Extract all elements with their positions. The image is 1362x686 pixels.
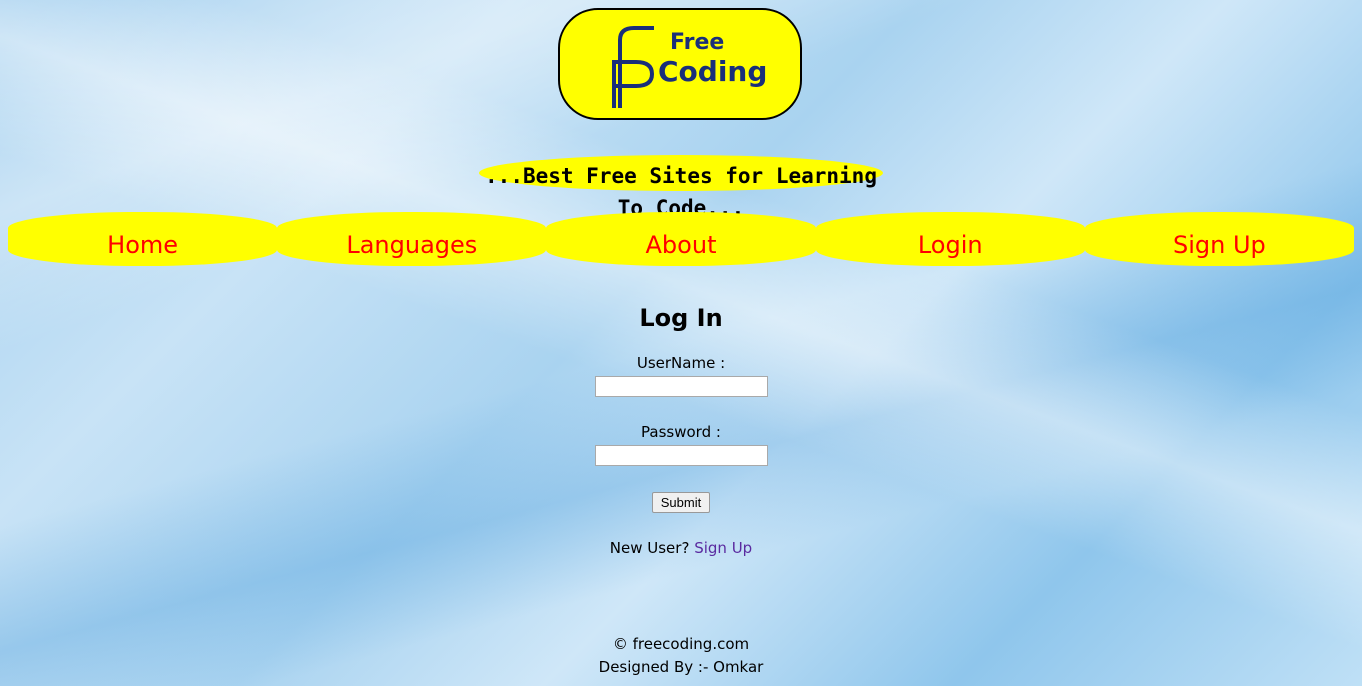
footer: © freecoding.com Designed By :- Omkar [0, 633, 1362, 679]
username-label: UserName : [636, 354, 726, 372]
username-input[interactable] [594, 376, 768, 397]
signup-link[interactable]: Sign Up [694, 539, 752, 557]
main-nav: Home Languages About Login Sign Up [8, 212, 1355, 266]
password-label: Password : [641, 423, 721, 441]
password-input[interactable] [594, 445, 768, 466]
logo-line-1: Free [670, 30, 725, 55]
site-logo[interactable]: Free Coding [558, 8, 802, 120]
nav-item-about[interactable]: About [546, 212, 816, 266]
page-title: Log In [639, 304, 723, 332]
fc-logo-icon [612, 26, 655, 108]
new-user-text: New User? [609, 539, 690, 557]
login-form: Log In UserName : Password : Submit New … [0, 300, 1362, 557]
new-user-prompt: New User? Sign Up [0, 539, 1362, 557]
nav-item-signup[interactable]: Sign Up [1084, 212, 1355, 266]
designer-credit: Designed By :- Omkar [598, 658, 764, 676]
copyright-text: © freecoding.com [612, 635, 750, 653]
submit-button[interactable]: Submit [652, 492, 710, 513]
logo-wordmark: Free Coding [658, 32, 767, 86]
nav-item-languages[interactable]: Languages [277, 212, 547, 266]
nav-item-login[interactable]: Login [815, 212, 1085, 266]
nav-item-home[interactable]: Home [8, 212, 278, 266]
logo-line-2: Coding [658, 55, 768, 88]
